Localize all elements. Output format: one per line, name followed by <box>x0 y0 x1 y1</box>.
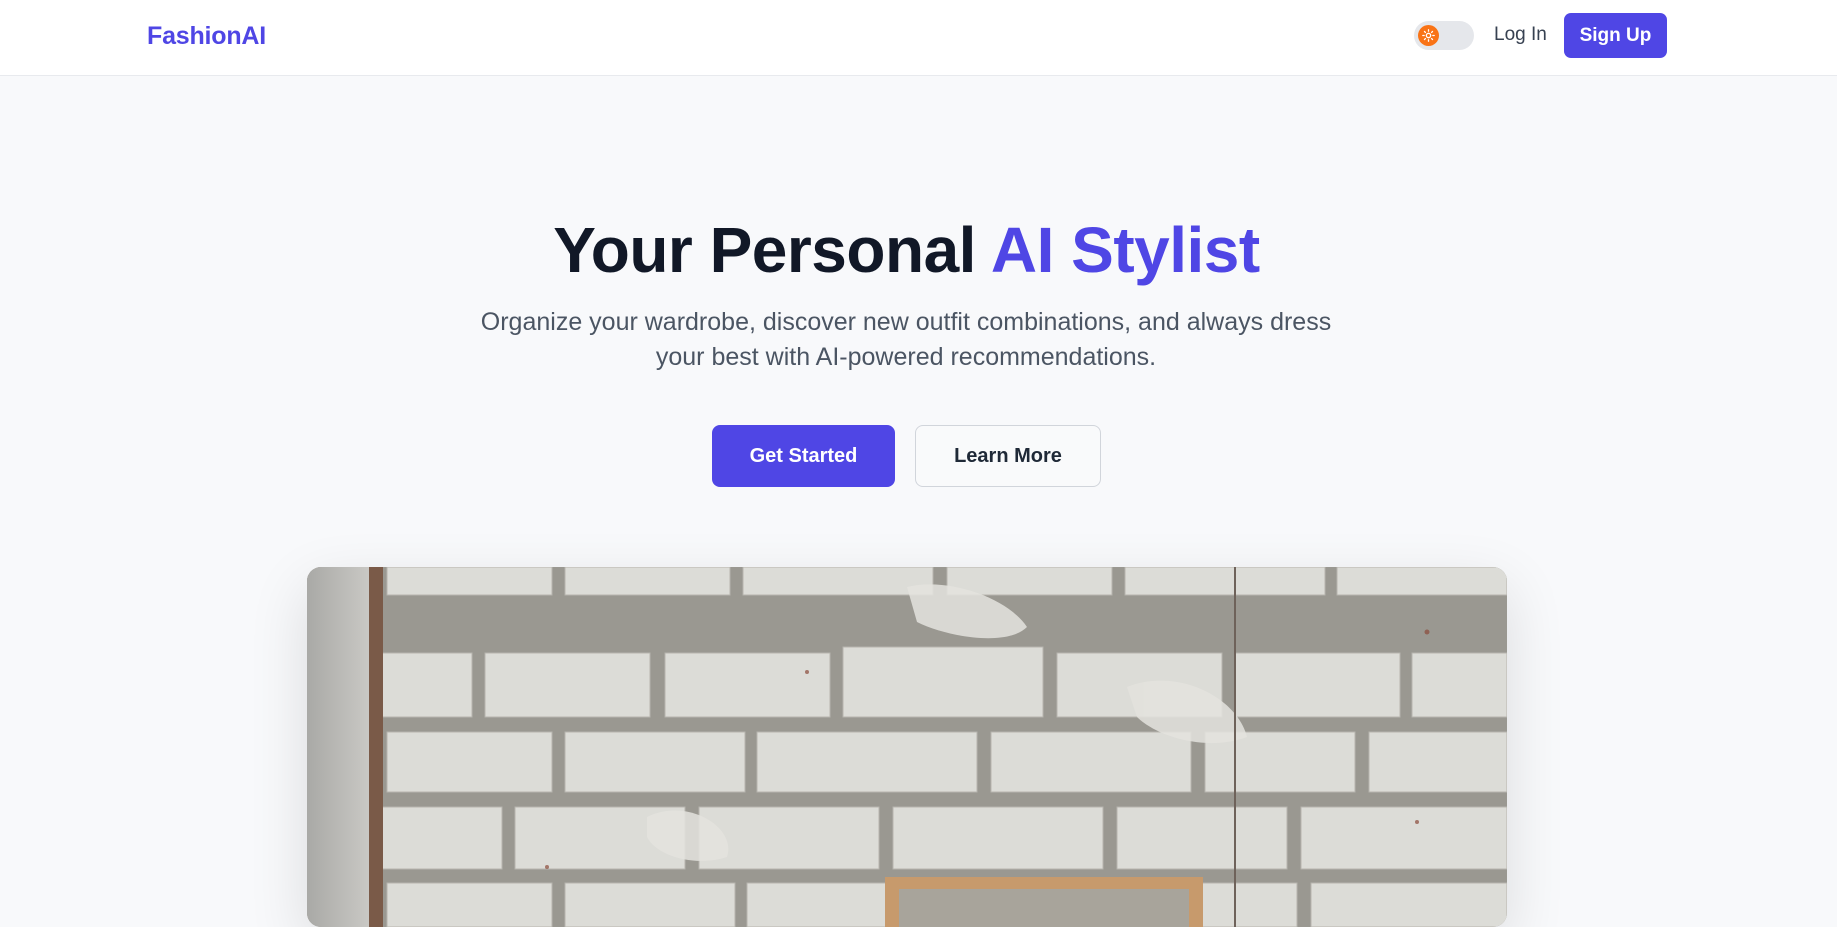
brick-wall-photo <box>307 567 1507 927</box>
hero-subtitle-line-2: your best with AI-powered recommendation… <box>655 343 1157 371</box>
login-link[interactable]: Log In <box>1494 24 1547 46</box>
brand-logo[interactable]: FashionAI <box>147 22 266 51</box>
top-navbar: FashionAI Log In Sign Up <box>0 0 1837 76</box>
hero-image <box>307 567 1507 927</box>
hero-subtitle: Organize your wardrobe, discover new out… <box>456 305 1356 375</box>
theme-toggle[interactable] <box>1414 21 1474 50</box>
hero-title: Your Personal AI Stylist <box>0 210 1813 290</box>
hero-title-accent: AI Stylist <box>990 214 1260 286</box>
get-started-button[interactable]: Get Started <box>712 425 895 487</box>
signup-button[interactable]: Sign Up <box>1564 13 1667 58</box>
hero-title-main: Your Personal <box>553 214 991 286</box>
hero-subtitle-line-1: Organize your wardrobe, discover new out… <box>480 308 1332 336</box>
sun-icon <box>1418 25 1439 46</box>
learn-more-button[interactable]: Learn More <box>915 425 1101 487</box>
